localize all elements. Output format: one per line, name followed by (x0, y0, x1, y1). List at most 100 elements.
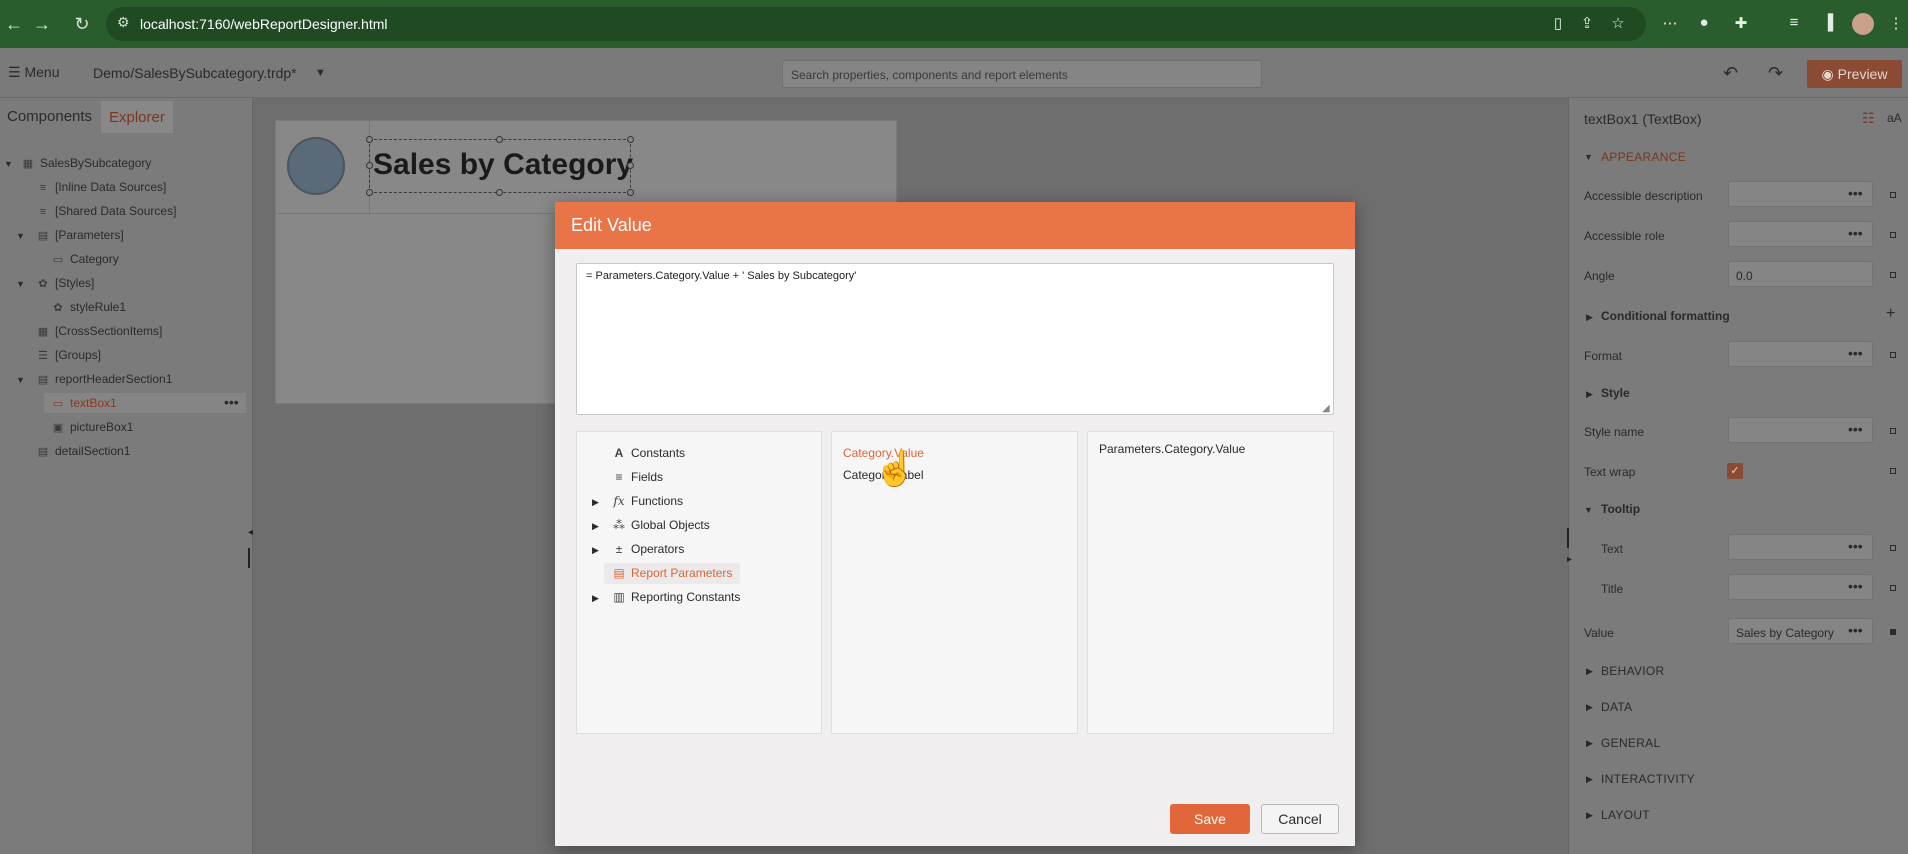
save-page-icon[interactable]: ▯ (1548, 14, 1568, 32)
tree-item-groups[interactable]: ☰ [Groups] (36, 348, 101, 362)
back-icon[interactable]: ← (2, 12, 26, 36)
tree-item-picturebox1[interactable]: ▣ pictureBox1 (51, 420, 134, 434)
reset-square-icon[interactable] (1890, 428, 1896, 434)
category-constants[interactable]: A Constants (611, 446, 685, 460)
undo-icon[interactable]: ↶ (1723, 63, 1738, 84)
url-text[interactable]: localhost:7160/webReportDesigner.html (140, 16, 387, 32)
tree-item-detailsection1[interactable]: ▤ detailSection1 (36, 444, 131, 458)
category-reporting-constants[interactable]: ▥ Reporting Constants (611, 590, 740, 604)
expand-arrow-icon[interactable]: ▶ (592, 593, 599, 604)
menu-button[interactable]: ☰ Menu (8, 64, 59, 81)
resize-handle[interactable] (366, 162, 373, 169)
expand-arrow-icon[interactable]: ▶ (1586, 312, 1593, 323)
tree-item-stylerule1[interactable]: ✿ styleRule1 (51, 300, 126, 314)
expression-editor[interactable] (576, 263, 1334, 415)
expand-arrow-icon[interactable]: ▶ (1586, 389, 1593, 400)
category-global-objects[interactable]: ⁂ Global Objects (611, 518, 710, 532)
report-title-textbox[interactable]: Sales by Category (373, 148, 633, 182)
collapse-arrow-icon[interactable]: ▼ (16, 231, 25, 241)
reset-square-icon[interactable] (1890, 585, 1896, 591)
collapse-arrow-icon[interactable]: ▼ (1584, 505, 1593, 515)
collapse-arrow-icon[interactable]: ▼ (1584, 152, 1593, 162)
panel-collapse-icon[interactable]: ▸ (1567, 554, 1572, 565)
section-interactivity[interactable]: INTERACTIVITY (1601, 772, 1695, 786)
reset-square-icon[interactable] (1890, 232, 1896, 238)
expand-arrow-icon[interactable]: ▶ (592, 545, 599, 556)
site-info-icon[interactable]: ⚙ (117, 14, 130, 31)
profile-avatar[interactable] (1852, 13, 1874, 35)
category-operators[interactable]: ± Operators (611, 542, 685, 556)
resize-handle[interactable] (496, 189, 503, 196)
ellipsis-icon[interactable]: ••• (1848, 421, 1863, 437)
category-report-parameters[interactable]: ▤ Report Parameters (611, 566, 732, 580)
extension-icon[interactable]: ⋯ (1660, 14, 1680, 32)
side-panel-icon[interactable]: ▐ (1818, 14, 1838, 31)
tree-item-styles[interactable]: ✿ [Styles] (36, 276, 94, 290)
expand-arrow-icon[interactable]: ▶ (1586, 738, 1593, 749)
panel-splitter[interactable] (1567, 528, 1569, 548)
text-wrap-checkbox[interactable]: ✓ (1727, 463, 1743, 479)
prop-conditional-formatting[interactable]: Conditional formatting (1601, 309, 1730, 323)
reset-square-icon[interactable] (1890, 545, 1896, 551)
preview-button[interactable]: ◉ Preview (1807, 60, 1902, 88)
prop-tooltip[interactable]: Tooltip (1601, 502, 1640, 516)
panel-collapse-icon[interactable]: ◂ (248, 527, 253, 538)
ellipsis-icon[interactable]: ••• (1848, 345, 1863, 361)
tab-explorer[interactable]: Explorer (101, 101, 173, 133)
bookmark-star-icon[interactable]: ☆ (1608, 14, 1628, 32)
reset-square-icon[interactable] (1890, 352, 1896, 358)
section-general[interactable]: GENERAL (1601, 736, 1660, 750)
prop-style[interactable]: Style (1601, 386, 1630, 400)
collapse-arrow-icon[interactable]: ▼ (4, 159, 13, 169)
expand-arrow-icon[interactable]: ▶ (592, 521, 599, 532)
reload-icon[interactable]: ↻ (70, 12, 94, 36)
report-file-name[interactable]: Demo/SalesBySubcategory.trdp* (93, 65, 297, 81)
category-fields[interactable]: ≡ Fields (611, 470, 663, 484)
reset-square-icon[interactable] (1890, 272, 1896, 278)
browser-menu-icon[interactable]: ⋮ (1886, 14, 1906, 32)
picturebox-logo[interactable] (287, 137, 345, 195)
forward-icon[interactable]: → (30, 12, 54, 36)
resize-grip-icon[interactable]: ◢ (1322, 403, 1330, 414)
ellipsis-icon[interactable]: ••• (1848, 538, 1863, 554)
section-data[interactable]: DATA (1601, 700, 1632, 714)
save-button[interactable]: Save (1170, 804, 1250, 834)
value-set-square-icon[interactable] (1890, 629, 1896, 635)
section-appearance[interactable]: APPEARANCE (1601, 150, 1686, 164)
add-icon[interactable]: + (1886, 305, 1895, 323)
reset-square-icon[interactable] (1890, 192, 1896, 198)
more-options-icon[interactable]: ••• (224, 394, 239, 410)
panel-splitter[interactable] (248, 548, 250, 568)
section-layout[interactable]: LAYOUT (1601, 808, 1650, 822)
resize-handle[interactable] (627, 136, 634, 143)
expand-arrow-icon[interactable]: ▶ (1586, 702, 1593, 713)
redo-icon[interactable]: ↷ (1768, 63, 1783, 84)
media-control-icon[interactable]: ≡ (1784, 14, 1804, 31)
tree-item-reportheadersection1[interactable]: ▤ reportHeaderSection1 (36, 372, 173, 386)
tab-components[interactable]: Components (7, 108, 92, 125)
collapse-arrow-icon[interactable]: ▼ (16, 375, 25, 385)
ellipsis-icon[interactable]: ••• (1848, 578, 1863, 594)
alphabetical-view-icon[interactable]: aA (1887, 111, 1902, 125)
collapse-arrow-icon[interactable]: ▼ (16, 279, 25, 289)
tree-item-parameters[interactable]: ▤ [Parameters] (36, 228, 124, 242)
share-icon[interactable]: ⇪ (1577, 14, 1597, 32)
section-behavior[interactable]: BEHAVIOR (1601, 664, 1665, 678)
reset-square-icon[interactable] (1890, 468, 1896, 474)
tree-item-shared-data-sources[interactable]: ≡ [Shared Data Sources] (36, 204, 177, 218)
expand-arrow-icon[interactable]: ▶ (1586, 810, 1593, 821)
resize-handle[interactable] (627, 162, 634, 169)
cancel-button[interactable]: Cancel (1261, 804, 1339, 834)
cookie-extension-icon[interactable]: ● (1694, 14, 1714, 31)
expand-arrow-icon[interactable]: ▶ (1586, 666, 1593, 677)
file-dropdown-icon[interactable]: ▼ (315, 67, 326, 79)
tree-item-crosssectionitems[interactable]: ▦ [CrossSectionItems] (36, 324, 163, 338)
category-functions[interactable]: fx Functions (611, 494, 683, 508)
resize-handle[interactable] (366, 136, 373, 143)
ellipsis-icon[interactable]: ••• (1848, 225, 1863, 241)
tree-item-inline-data-sources[interactable]: ≡ [Inline Data Sources] (36, 180, 167, 194)
resize-handle[interactable] (627, 189, 634, 196)
expand-arrow-icon[interactable]: ▶ (1586, 774, 1593, 785)
tree-item-textbox1[interactable]: ▭ textBox1 (51, 396, 117, 410)
resize-handle[interactable] (366, 189, 373, 196)
